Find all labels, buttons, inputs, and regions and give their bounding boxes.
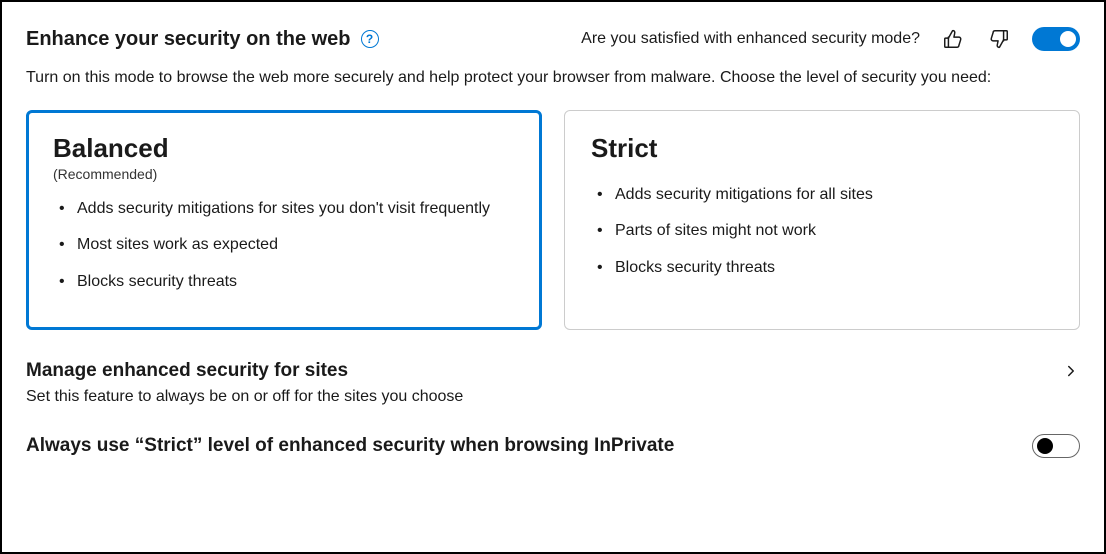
- mode-bullet: Most sites work as expected: [53, 234, 515, 256]
- manage-sites-row[interactable]: Manage enhanced security for sites: [26, 356, 1080, 388]
- thumbs-up-button[interactable]: [940, 26, 966, 52]
- enhance-security-toggle[interactable]: [1032, 27, 1080, 51]
- toggle-knob: [1060, 31, 1076, 47]
- toggle-knob: [1037, 438, 1053, 454]
- thumbs-down-button[interactable]: [986, 26, 1012, 52]
- header-row: Enhance your security on the web ? Are y…: [26, 26, 1080, 52]
- mode-bullets-strict: Adds security mitigations for all sites …: [591, 184, 1053, 279]
- feedback-question: Are you satisfied with enhanced security…: [581, 30, 920, 48]
- mode-cards: Balanced (Recommended) Adds security mit…: [26, 110, 1080, 330]
- inprivate-strict-toggle[interactable]: [1032, 434, 1080, 458]
- feature-description: Turn on this mode to browse the web more…: [26, 66, 1080, 90]
- mode-bullet: Blocks security threats: [591, 257, 1053, 279]
- header-left: Enhance your security on the web ?: [26, 28, 379, 51]
- mode-bullet: Blocks security threats: [53, 271, 515, 293]
- chevron-right-icon: [1062, 362, 1080, 380]
- header-right: Are you satisfied with enhanced security…: [581, 26, 1080, 52]
- mode-title-strict: Strict: [591, 133, 1053, 164]
- manage-sites-title: Manage enhanced security for sites: [26, 360, 348, 382]
- mode-bullet: Adds security mitigations for all sites: [591, 184, 1053, 206]
- mode-bullet: Parts of sites might not work: [591, 220, 1053, 242]
- mode-subtitle-balanced: (Recommended): [53, 166, 515, 182]
- thumbs-down-icon: [988, 28, 1010, 50]
- mode-bullets-balanced: Adds security mitigations for sites you …: [53, 198, 515, 293]
- mode-card-strict[interactable]: Strict Adds security mitigations for all…: [564, 110, 1080, 330]
- manage-sites-description: Set this feature to always be on or off …: [26, 388, 1080, 406]
- help-icon[interactable]: ?: [361, 30, 379, 48]
- inprivate-row: Always use “Strict” level of enhanced se…: [26, 434, 1080, 458]
- thumbs-up-icon: [942, 28, 964, 50]
- inprivate-label: Always use “Strict” level of enhanced se…: [26, 435, 674, 457]
- mode-title-balanced: Balanced: [53, 133, 515, 164]
- page-title: Enhance your security on the web: [26, 28, 351, 51]
- mode-bullet: Adds security mitigations for sites you …: [53, 198, 515, 220]
- mode-card-balanced[interactable]: Balanced (Recommended) Adds security mit…: [26, 110, 542, 330]
